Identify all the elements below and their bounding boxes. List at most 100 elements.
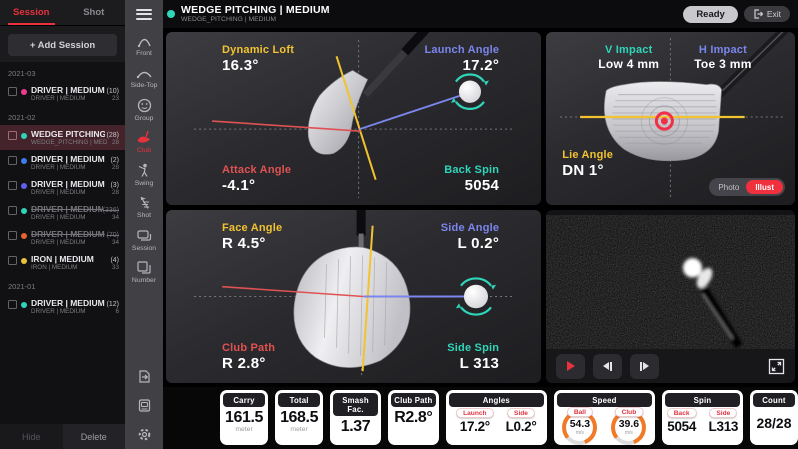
session-list[interactable]: 2021-03 DRIVER | MEDIUM(10) DRIVER | MED…: [0, 62, 125, 424]
fullscreen-button[interactable]: [768, 358, 785, 375]
add-session-button[interactable]: + Add Session: [8, 34, 117, 56]
session-item[interactable]: DRIVER | MEDIUM(10) DRIVER | MEDIUM23: [0, 81, 125, 106]
stat-value: 1.37: [341, 418, 371, 436]
stat-card-carry: Carry 161.5 meter: [220, 390, 268, 445]
settings-button[interactable]: [125, 420, 163, 449]
stat-value: L0.2°: [506, 419, 537, 434]
stat-value: R2.8°: [394, 409, 432, 427]
stat-launch-angle: Launch 17.2°: [456, 408, 493, 434]
session-item-text: DRIVER | MEDIUM(70) DRIVER | MEDIUM34: [31, 229, 119, 246]
rail-item-side-top[interactable]: Side-Top: [125, 61, 163, 94]
stat-label: Speed: [557, 393, 652, 407]
export-button[interactable]: [125, 362, 163, 391]
stat-value: 5054: [667, 419, 696, 434]
rail-item-session[interactable]: Session: [125, 223, 163, 256]
session-checkbox[interactable]: [8, 300, 17, 309]
session-checkbox[interactable]: [8, 131, 17, 140]
session-item-text: DRIVER | MEDIUM(12) DRIVER | MEDIUM6: [31, 298, 119, 315]
session-checkbox[interactable]: [8, 87, 17, 96]
session-checkbox[interactable]: [8, 181, 17, 190]
rail-item-front[interactable]: Front: [125, 28, 163, 61]
stat-card-speed: Speed Ball 54.3 m/s Club: [554, 390, 655, 445]
session-item-text: DRIVER | MEDIUM(336) DRIVER | MEDIUM34: [31, 204, 119, 221]
metric-h-impact: H Impact Toe 3 mm: [694, 44, 752, 71]
metric-value: -4.1°: [222, 177, 291, 194]
stat-label: Carry: [223, 393, 265, 407]
metric-attack-angle: Attack Angle -4.1°: [222, 164, 291, 194]
delete-button[interactable]: Delete: [63, 424, 126, 449]
metric-face-angle: Face Angle R 4.5°: [222, 222, 282, 252]
session-item[interactable]: DRIVER | MEDIUM(12) DRIVER | MEDIUM6: [0, 294, 125, 319]
video-controls: [546, 349, 795, 383]
play-button[interactable]: [556, 354, 585, 379]
rail-item-swing[interactable]: Swing: [125, 158, 163, 191]
stat-label: Angles: [449, 393, 544, 407]
session-item-text: DRIVER | MEDIUM(10) DRIVER | MEDIUM23: [31, 85, 119, 102]
glossary-button[interactable]: [125, 391, 163, 420]
rail-label: Club: [137, 147, 151, 154]
club-icon: [136, 130, 153, 145]
session-color-dot: [21, 89, 27, 95]
session-item[interactable]: DRIVER | MEDIUM(3) DRIVER | MEDIUM28: [0, 175, 125, 200]
session-checkbox[interactable]: [8, 256, 17, 265]
stat-value: 54.3: [570, 419, 590, 430]
rail-item-club[interactable]: Club: [125, 126, 163, 159]
tab-shot[interactable]: Shot: [63, 0, 126, 25]
metric-v-impact: V Impact Low 4 mm: [598, 44, 659, 71]
stat-side-angle: Side L0.2°: [506, 408, 537, 434]
session-item-hidden[interactable]: DRIVER | MEDIUM(70) DRIVER | MEDIUM34: [0, 225, 125, 250]
stat-value: 39.6: [619, 419, 639, 430]
session-count: 28: [112, 139, 119, 146]
stat-tag: Ball: [567, 407, 593, 417]
step-bar: [640, 362, 642, 371]
session-subtitle: DRIVER | MEDIUM: [31, 239, 85, 246]
toggle-photo[interactable]: Photo: [711, 181, 746, 194]
hide-button[interactable]: Hide: [0, 424, 63, 449]
session-color-dot: [21, 208, 27, 214]
step-back-icon: [603, 362, 609, 370]
session-item[interactable]: DRIVER | MEDIUM(2) DRIVER | MEDIUM28: [0, 150, 125, 175]
ready-button[interactable]: Ready: [683, 6, 738, 23]
session-item-hidden[interactable]: DRIVER | MEDIUM(336) DRIVER | MEDIUM34: [0, 200, 125, 225]
stat-unit: m/s: [625, 430, 633, 436]
date-header: 2021-01: [0, 275, 125, 294]
session-subtitle: DRIVER | MEDIUM: [31, 164, 85, 171]
rail-item-group[interactable]: Group: [125, 93, 163, 126]
group-icon: [136, 98, 153, 113]
stat-card-spin: Spin Back 5054 Side L313: [662, 390, 743, 445]
session-color-dot: [21, 183, 27, 189]
metric-label: Side Spin: [447, 342, 499, 354]
session-checkbox[interactable]: [8, 231, 17, 240]
rail-item-number[interactable]: Number: [125, 256, 163, 289]
metric-lie-angle: Lie Angle DN 1°: [562, 149, 613, 179]
session-color-dot: [21, 302, 27, 308]
session-item[interactable]: IRON | MEDIUM(4) IRON | MEDIUM33: [0, 250, 125, 275]
step-back-button[interactable]: [593, 354, 622, 379]
metric-label: Launch Angle: [424, 44, 499, 56]
ball-speed-gauge: Ball 54.3 m/s: [562, 410, 597, 445]
metric-label: H Impact: [694, 44, 752, 56]
metric-value: R 4.5°: [222, 235, 282, 252]
photo-illust-toggle[interactable]: Photo Illust: [709, 178, 785, 196]
metric-value: Low 4 mm: [598, 57, 659, 71]
expand-icon: [768, 358, 785, 375]
exit-button[interactable]: Exit: [744, 6, 790, 22]
session-checkbox[interactable]: [8, 156, 17, 165]
app-window: Session Shot + Add Session 2021-03 DRIVE…: [0, 0, 798, 449]
stat-back-spin: Back 5054: [667, 408, 697, 434]
session-title: DRIVER | MEDIUM: [31, 229, 105, 239]
toggle-illust[interactable]: Illust: [746, 180, 783, 194]
metric-label: Dynamic Loft: [222, 44, 294, 56]
session-subtitle: IRON | MEDIUM: [31, 264, 77, 271]
session-item-selected[interactable]: WEDGE PITCHING |...(28) WEDGE_PITCHING |…: [0, 125, 125, 150]
session-checkbox[interactable]: [8, 206, 17, 215]
menu-icon[interactable]: [125, 0, 163, 28]
step-forward-button[interactable]: [630, 354, 659, 379]
session-title: WEDGE PITCHING |...: [31, 129, 105, 139]
topbar: WEDGE PITCHING | MEDIUM WEDGE_PITCHING |…: [163, 0, 798, 28]
rail-item-shot[interactable]: Shot: [125, 191, 163, 224]
session-title: DRIVER | MEDIUM: [31, 154, 105, 164]
date-header: 2021-02: [0, 106, 125, 125]
session-count: 28: [112, 189, 119, 196]
tab-session[interactable]: Session: [0, 0, 63, 25]
